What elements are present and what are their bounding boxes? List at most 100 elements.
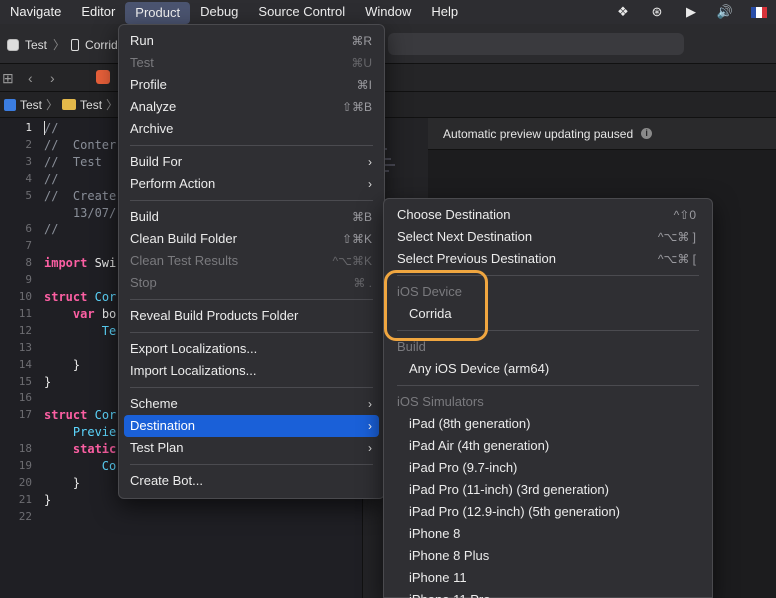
code-line: // — [44, 121, 59, 135]
menu-item-perform-action[interactable]: Perform Action › — [119, 173, 384, 195]
menu-shortcut: ⌘B — [351, 210, 372, 224]
menu-item-stop: Stop ⌘ . — [119, 272, 384, 294]
jumpbar-folder[interactable]: Test — [80, 98, 102, 112]
menu-item-label: Analyze — [130, 99, 177, 114]
menu-item-test: Test ⌘U — [119, 52, 384, 74]
menu-separator — [130, 464, 373, 465]
menu-navigate[interactable]: Navigate — [0, 0, 71, 24]
menu-item-clean-build-folder[interactable]: Clean Build Folder ⇧⌘K — [119, 228, 384, 250]
line-number: 13 — [18, 340, 32, 354]
flag-fr-icon[interactable] — [742, 0, 776, 24]
destination-submenu: Choose Destination ^⇧0 Select Next Destina… — [383, 198, 713, 598]
line-number: 15 — [18, 374, 32, 388]
menu-item-label: Scheme — [130, 396, 178, 411]
menu-item-build-for[interactable]: Build For › — [119, 151, 384, 173]
destination-item-ipad-air-4th-generation[interactable]: iPad Air (4th generation) — [384, 435, 712, 457]
menu-item-label: iPhone 8 Plus — [409, 548, 490, 563]
menu-item-label: iPad Pro (11-inch) (3rd generation) — [409, 482, 609, 497]
menu-debug[interactable]: Debug — [190, 0, 248, 24]
destination-item-iphone-11[interactable]: iPhone 11 — [384, 567, 712, 589]
menu-item-archive[interactable]: Archive — [119, 118, 384, 140]
preview-status-bar: Automatic preview updating paused i — [428, 118, 776, 150]
menu-editor[interactable]: Editor — [71, 0, 125, 24]
menu-window[interactable]: Window — [355, 0, 421, 24]
menu-item-destination[interactable]: Destination › — [124, 415, 379, 437]
status-tray: ❖ ⊛ ▶ 🔊 — [606, 0, 776, 24]
chevron-right-icon: 〉 — [53, 38, 66, 52]
menu-separator — [130, 200, 373, 201]
menu-item-label: iPhone 11 — [409, 570, 467, 585]
submenu-arrow-icon: › — [368, 155, 372, 169]
destination-item-ipad-8th-generation[interactable]: iPad (8th generation) — [384, 413, 712, 435]
menu-item-run[interactable]: Run ⌘R — [119, 30, 384, 52]
scheme-name: Test — [25, 37, 48, 52]
menu-help[interactable]: Help — [421, 0, 468, 24]
menu-item-export-localizations[interactable]: Export Localizations... — [119, 338, 384, 360]
menu-item-label: Choose Destination — [397, 207, 511, 222]
line-number: 11 — [18, 306, 32, 320]
product-menu: Run ⌘R Test ⌘U Profile ⌘I Analyze ⇧⌘B Archive Bui… — [118, 24, 385, 499]
volume-icon[interactable]: 🔊 — [708, 0, 742, 24]
menu-item-label: Run — [130, 33, 154, 48]
destination-item-iphone-8-plus[interactable]: iPhone 8 Plus — [384, 545, 712, 567]
toolbar: Test 〉 Corrida — [0, 24, 776, 64]
menu-source-control[interactable]: Source Control — [248, 0, 355, 24]
line-number: 7 — [25, 239, 32, 253]
menu-shortcut: ⌘I — [356, 78, 372, 92]
dropbox-icon[interactable]: ❖ — [606, 0, 640, 24]
menu-shortcut: ⇧⌘B — [341, 100, 372, 114]
destination-item-any-ios-device-arm64[interactable]: Any iOS Device (arm64) — [384, 358, 712, 380]
forward-arrow-icon[interactable]: › — [50, 70, 55, 86]
menu-shortcut: ^⇧0 — [673, 208, 696, 222]
code-line: // Conter — [44, 137, 117, 152]
swift-file-tab-icon[interactable] — [96, 70, 110, 84]
menu-item-label: iPad Pro (9.7-inch) — [409, 460, 518, 475]
menu-item-label: Test — [130, 55, 154, 70]
menu-item-label: iPhone 11 Pro — [409, 592, 490, 598]
menu-item-create-bot[interactable]: Create Bot... — [119, 470, 384, 492]
menu-item-reveal-build-products-folder[interactable]: Reveal Build Products Folder — [119, 305, 384, 327]
menu-item-analyze[interactable]: Analyze ⇧⌘B — [119, 96, 384, 118]
destination-item-select-previous-destination[interactable]: Select Previous Destination ^⌥⌘ [ — [384, 248, 712, 270]
destination-item-iphone-8[interactable]: iPhone 8 — [384, 523, 712, 545]
tab-bar: ⊞ ‹ › — [0, 64, 776, 92]
menu-item-label: Stop — [130, 275, 157, 290]
destination-item-iphone-11-pro[interactable]: iPhone 11 Pro — [384, 589, 712, 598]
line-number: 9 — [25, 273, 32, 287]
jumpbar-project[interactable]: Test — [20, 98, 42, 112]
play-icon[interactable]: ▶ — [674, 0, 708, 24]
code-line: struct Cor — [44, 290, 117, 304]
back-arrow-icon[interactable]: ‹ — [28, 70, 33, 86]
menu-item-profile[interactable]: Profile ⌘I — [119, 74, 384, 96]
code-line: 13/07/ — [44, 205, 117, 220]
menu-item-scheme[interactable]: Scheme › — [119, 393, 384, 415]
destination-item-select-next-destination[interactable]: Select Next Destination ^⌥⌘ ] — [384, 226, 712, 248]
code-line: } — [44, 374, 52, 389]
menu-item-import-localizations[interactable]: Import Localizations... — [119, 360, 384, 382]
menu-shortcut: ⌘ . — [353, 276, 372, 290]
destination-item-choose-destination[interactable]: Choose Destination ^⇧0 — [384, 204, 712, 226]
grid-icon[interactable]: ⊞ — [2, 70, 14, 87]
code-line: import Swi — [44, 256, 117, 271]
line-number: 22 — [18, 509, 32, 523]
menu-item-label: Clean Build Folder — [130, 231, 237, 246]
menu-item-test-plan[interactable]: Test Plan › — [119, 437, 384, 459]
submenu-arrow-icon: › — [368, 397, 372, 411]
menu-separator — [130, 299, 373, 300]
cursor-icon[interactable]: ⊛ — [640, 0, 674, 24]
destination-item-ipad-pro-11-inch-3rd-generation[interactable]: iPad Pro (11-inch) (3rd generation) — [384, 479, 712, 501]
destination-item-ipad-pro-12-9-inch-5th-generation[interactable]: iPad Pro (12.9-inch) (5th generation) — [384, 501, 712, 523]
menu-product[interactable]: Product — [125, 1, 191, 24]
code-line: // Create — [44, 188, 117, 203]
menu-item-label: Profile — [130, 77, 167, 92]
scheme-selector[interactable]: Test 〉 Corrida — [7, 36, 124, 53]
menu-separator — [130, 145, 373, 146]
menu-item-build[interactable]: Build ⌘B — [119, 206, 384, 228]
code-line: // — [44, 171, 59, 186]
menu-item-label: iPad Air (4th generation) — [409, 438, 550, 453]
menu-item-label: Archive — [130, 121, 174, 136]
destination-item-ipad-pro-9-7-inch[interactable]: iPad Pro (9.7-inch) — [384, 457, 712, 479]
menu-item-label: Create Bot... — [130, 473, 203, 488]
scheme-icon — [7, 38, 19, 51]
info-icon[interactable]: i — [641, 128, 653, 139]
